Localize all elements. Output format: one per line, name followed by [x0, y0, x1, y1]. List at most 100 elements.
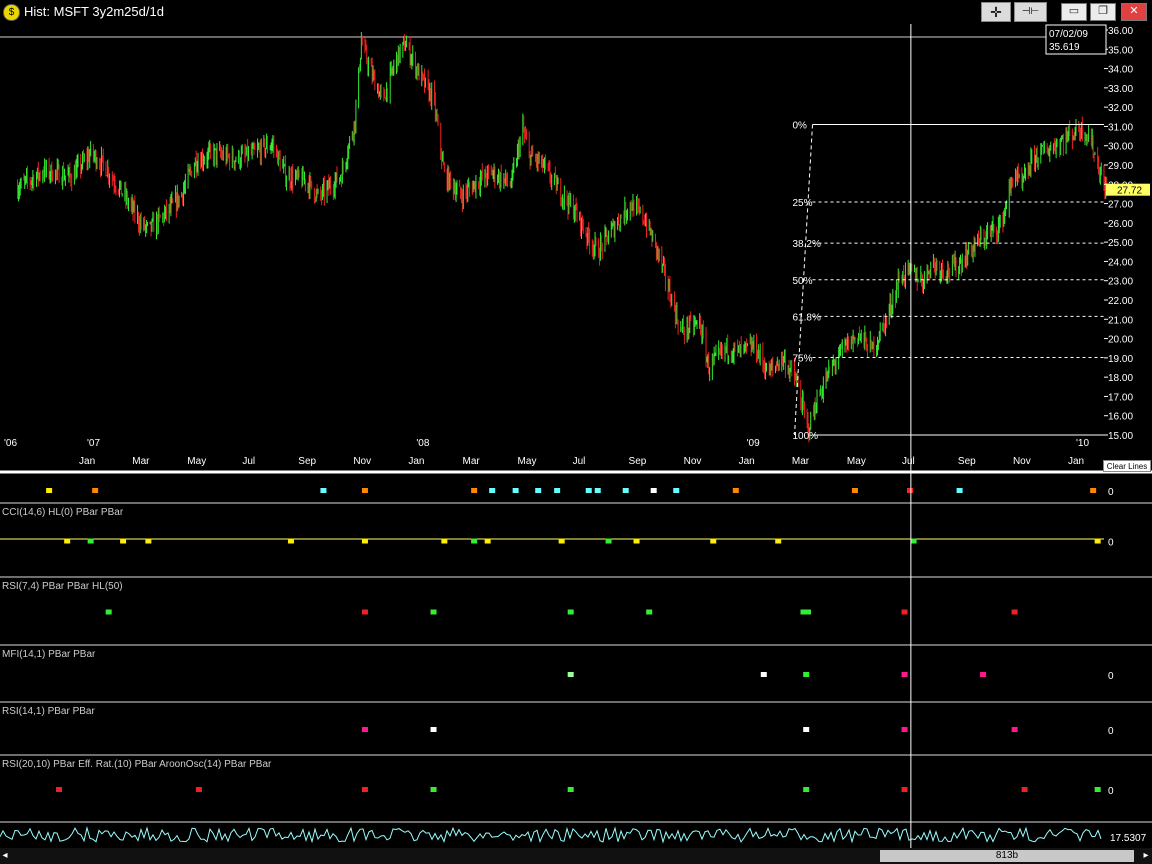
indicator-scale-label: 0	[1108, 726, 1114, 737]
cursor-value: 35.619	[1049, 42, 1080, 53]
x-month-label: May	[187, 456, 206, 467]
y-tick-label: 15.00	[1108, 431, 1133, 442]
indicator-marker	[980, 672, 987, 677]
indicator-marker	[430, 727, 437, 732]
indicator-marker	[558, 538, 565, 544]
indicator-marker	[471, 488, 478, 493]
indicator-marker	[910, 538, 917, 544]
y-tick-label: 27.00	[1108, 200, 1133, 211]
x-month-label: Jul	[242, 456, 255, 467]
y-tick-label: 19.00	[1108, 354, 1133, 365]
indicator-marker	[361, 488, 368, 493]
indicator-marker	[120, 538, 127, 544]
x-month-label: Jan	[739, 456, 755, 467]
y-tick-label: 31.00	[1108, 122, 1133, 133]
indicator-marker	[64, 538, 71, 544]
x-year-label: '08	[416, 438, 429, 449]
indicator-marker	[901, 609, 908, 615]
scroll-left-icon[interactable]: ◂	[0, 849, 10, 863]
y-tick-label: 36.00	[1108, 26, 1133, 37]
indicator-marker	[906, 488, 913, 493]
indicator-marker	[430, 609, 437, 615]
indicator-marker	[803, 727, 810, 732]
y-tick-label: 16.00	[1108, 412, 1133, 423]
x-month-label: Jan	[408, 456, 424, 467]
x-month-label: Sep	[958, 456, 976, 467]
indicator-marker	[673, 488, 680, 493]
x-month-label: Jan	[79, 456, 95, 467]
indicator-marker	[567, 609, 574, 615]
indicator-marker	[803, 787, 810, 792]
indicator-marker	[320, 488, 327, 493]
indicator-panes: 0 CCI(14,6) HL(0) PBar PBar 0 RSI(7,4) PBar…	[0, 487, 1152, 844]
indicator-marker	[1021, 787, 1028, 792]
indicator-marker	[760, 672, 767, 677]
x-month-label: Jul	[573, 456, 586, 467]
y-tick-label: 25.00	[1108, 238, 1133, 249]
last-price-label: 27.72	[1117, 186, 1142, 197]
indicator-label: RSI(7,4) PBar PBar HL(50)	[2, 581, 123, 592]
x-month-label: Sep	[298, 456, 316, 467]
indicator-marker	[901, 787, 908, 792]
scroll-right-icon[interactable]: ▸	[1140, 849, 1152, 863]
indicator-marker	[1094, 787, 1101, 792]
x-year-label: '06	[4, 438, 17, 449]
y-tick-label: 35.00	[1108, 45, 1133, 56]
indicator-marker	[554, 488, 561, 493]
indicator-marker	[471, 538, 478, 544]
y-tick-label: 26.00	[1108, 219, 1133, 230]
y-tick-label: 21.00	[1108, 315, 1133, 326]
indicator-marker	[535, 488, 542, 493]
grid-lines	[0, 36, 1152, 474]
indicator-marker	[46, 488, 53, 493]
indicator-marker	[567, 672, 574, 677]
indicator-marker	[145, 538, 152, 544]
y-tick-label: 29.00	[1108, 161, 1133, 172]
indicator-marker	[585, 488, 592, 493]
indicator-marker	[803, 672, 810, 677]
y-tick-label: 20.00	[1108, 335, 1133, 346]
y-tick-label: 17.00	[1108, 392, 1133, 403]
indicator-marker	[195, 787, 202, 792]
indicator-marker	[56, 787, 63, 792]
x-month-label: Nov	[1013, 456, 1031, 467]
indicator-marker	[361, 787, 368, 792]
x-month-label: Jan	[1068, 456, 1084, 467]
fib-level-label: 50%	[793, 276, 813, 287]
indicator-marker	[567, 787, 574, 792]
indicator-scale-label: 0	[1108, 487, 1114, 498]
clear-lines-button[interactable]: Clear Lines	[1103, 460, 1151, 472]
cursor-date: 07/02/09	[1049, 29, 1088, 40]
x-month-label: Sep	[629, 456, 647, 467]
indicator-marker	[1090, 488, 1097, 493]
horizontal-scrollbar[interactable]: ◂ 813b ▸	[0, 848, 1152, 864]
y-tick-label: 34.00	[1108, 65, 1133, 76]
indicator-label: MFI(14,1) PBar PBar	[2, 649, 96, 660]
indicator-marker	[1094, 538, 1101, 544]
indicator-marker	[361, 538, 368, 544]
indicator-marker	[805, 609, 811, 615]
x-year-label: '07	[87, 438, 100, 449]
indicator-marker	[1011, 727, 1018, 732]
indicator-marker	[775, 538, 782, 544]
y-tick-label: 22.00	[1108, 296, 1133, 307]
cursor-readout: 07/02/09 35.619	[1045, 24, 1107, 55]
x-month-label: Mar	[463, 456, 481, 467]
indicator-marker	[956, 488, 963, 493]
price-chart[interactable]: 0% 25% 38.2% 50% 61.8% 75% 100% 15.00 16.00 17.0…	[0, 0, 1152, 848]
scroll-thumb[interactable]: 813b	[880, 850, 1134, 862]
indicator-marker	[594, 488, 601, 493]
candles	[17, 32, 1108, 443]
fib-level-label: 0%	[793, 121, 808, 132]
indicator-marker	[87, 538, 94, 544]
indicator-marker	[512, 488, 519, 493]
price-axis: 15.00 16.00 17.00 18.00 19.00 20.00 21.00 22.00…	[1104, 26, 1150, 442]
fib-level-label: 61.8%	[793, 312, 821, 323]
indicator-marker	[430, 787, 437, 792]
y-tick-label: 30.00	[1108, 142, 1133, 153]
x-month-label: Nov	[684, 456, 702, 467]
x-month-label: Nov	[353, 456, 371, 467]
x-year-label: '09	[747, 438, 760, 449]
indicator-marker	[441, 538, 448, 544]
x-month-label: Mar	[132, 456, 150, 467]
